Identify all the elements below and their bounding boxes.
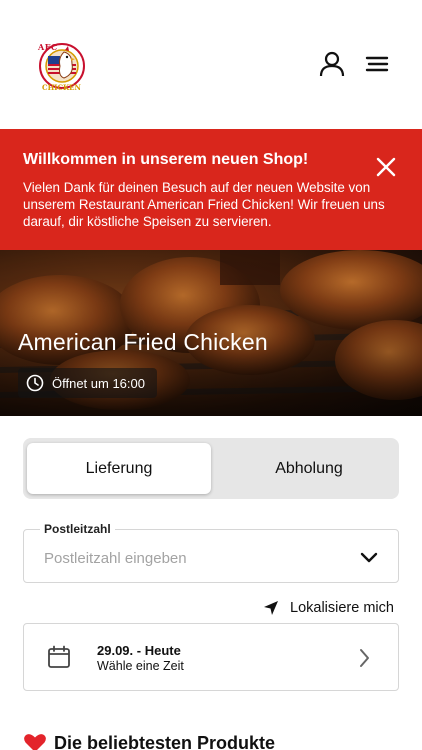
selected-date: 29.09. - Heute [97, 643, 181, 658]
popular-products-heading: Die beliebtesten Produkte [23, 729, 403, 750]
user-icon[interactable] [318, 50, 346, 78]
chevron-down-icon[interactable] [359, 547, 379, 567]
logo-brand-text: AFC [38, 42, 58, 52]
order-mode-toggle: Lieferung Abholung [23, 438, 399, 499]
locate-me-button[interactable]: Lokalisiere mich [262, 598, 402, 618]
popular-products-title: Die beliebtesten Produkte [54, 733, 276, 750]
welcome-banner: Willkommen in unserem neuen Shop! Vielen… [0, 129, 422, 250]
banner-title: Willkommen in unserem neuen Shop! [23, 151, 309, 168]
chevron-right-icon[interactable] [354, 647, 374, 669]
opening-hours-badge: Öffnet um 16:00 [18, 368, 157, 398]
heart-icon [23, 733, 47, 750]
clock-icon [26, 374, 44, 392]
close-icon[interactable] [374, 155, 398, 179]
postal-code-select[interactable]: Postleitzahl [23, 522, 399, 583]
location-arrow-icon [262, 599, 280, 617]
postal-code-input[interactable] [44, 550, 344, 567]
locate-me-label: Lokalisiere mich [290, 600, 394, 616]
postal-code-label: Postleitzahl [40, 522, 115, 536]
calendar-icon [46, 644, 72, 670]
hamburger-menu-icon[interactable] [363, 50, 391, 78]
time-picker[interactable]: 29.09. - Heute Wähle eine Zeit [23, 623, 399, 691]
opening-hours-text: Öffnet um 16:00 [52, 376, 145, 391]
hero-image: American Fried Chicken Öffnet um 16:00 [0, 250, 422, 416]
choose-time-text: Wähle eine Zeit [97, 659, 184, 673]
logo-subtitle-text: CHICKEN [42, 83, 81, 92]
pickup-tab[interactable]: Abholung [217, 443, 401, 494]
restaurant-logo[interactable]: AFC CHICKEN [34, 36, 90, 96]
restaurant-name: American Fried Chicken [18, 329, 268, 355]
banner-text: Vielen Dank für deinen Besuch auf der ne… [23, 180, 385, 229]
delivery-tab[interactable]: Lieferung [27, 443, 211, 494]
header: AFC CHICKEN [0, 0, 422, 129]
